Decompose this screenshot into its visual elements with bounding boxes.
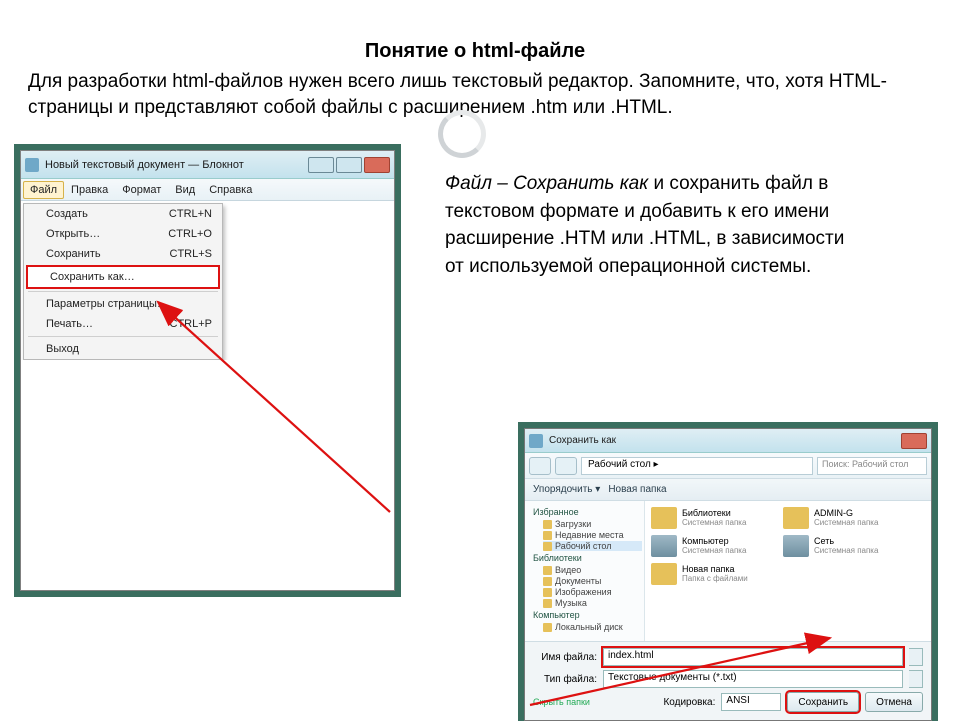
new-folder-button[interactable]: Новая папка [608, 484, 666, 495]
sidebar-item-recent[interactable]: Недавние места [543, 530, 642, 540]
menu-item-exit[interactable]: Выход [24, 339, 222, 359]
tile-network[interactable]: СетьСистемная папка [783, 535, 903, 557]
maximize-button[interactable] [336, 157, 362, 173]
menu-item-save[interactable]: СохранитьCTRL+S [24, 244, 222, 264]
encoding-select[interactable]: ANSI [721, 693, 781, 711]
sidebar-item-images[interactable]: Изображения [543, 587, 642, 597]
intro-text: Для разработки html-файлов нужен всего л… [28, 69, 922, 120]
sidebar-group-computer: Компьютер [533, 610, 642, 620]
tile-computer[interactable]: КомпьютерСистемная папка [651, 535, 771, 557]
menu-help[interactable]: Справка [202, 181, 259, 199]
save-close-button[interactable] [901, 433, 927, 449]
menu-view[interactable]: Вид [168, 181, 202, 199]
hide-folders-link[interactable]: Скрыть папки [533, 697, 590, 707]
menu-item-page-setup[interactable]: Параметры страницы… [24, 294, 222, 314]
menu-file[interactable]: Файл [23, 181, 64, 199]
notepad-body [21, 360, 394, 590]
organize-button[interactable]: Упорядочить ▾ [533, 484, 600, 495]
sidebar-item-localdisk[interactable]: Локальный диск [543, 622, 642, 632]
cancel-button[interactable]: Отмена [865, 692, 923, 712]
sidebar-group-fav: Избранное [533, 507, 642, 517]
sidebar-item-music[interactable]: Музыка [543, 598, 642, 608]
tile-newfolder[interactable]: Новая папкаПапка с файлами [651, 563, 771, 585]
notepad-icon [25, 158, 39, 172]
side-text: Файл – Сохранить как и сохранить файл в … [445, 170, 865, 280]
path-field[interactable]: Рабочий стол ▸ [581, 457, 813, 475]
filename-label: Имя файла: [533, 652, 597, 663]
save-button[interactable]: Сохранить [787, 692, 859, 712]
filename-input[interactable]: index.html [603, 648, 903, 666]
sidebar-group-lib: Библиотеки [533, 553, 642, 563]
menu-item-open[interactable]: Открыть…CTRL+O [24, 224, 222, 244]
loading-spinner-icon [438, 110, 486, 158]
sidebar-item-desktop[interactable]: Рабочий стол [543, 541, 642, 551]
menu-format[interactable]: Формат [115, 181, 168, 199]
encoding-label: Кодировка: [663, 697, 715, 708]
filetype-label: Тип файла: [533, 674, 597, 685]
folder-icon [529, 434, 543, 448]
menu-edit[interactable]: Правка [64, 181, 115, 199]
nav-fwd-button[interactable] [555, 457, 577, 475]
menubar: Файл Правка Формат Вид Справка [21, 179, 394, 201]
sidebar-item-video[interactable]: Видео [543, 565, 642, 575]
tile-libraries[interactable]: БиблиотекиСистемная папка [651, 507, 771, 529]
page-title: Понятие о html-файле [20, 40, 930, 63]
menu-item-save-as[interactable]: Сохранить как… [28, 267, 218, 287]
save-title: Сохранить как [549, 435, 901, 446]
close-button[interactable] [364, 157, 390, 173]
window-title: Новый текстовый документ — Блокнот [45, 159, 308, 171]
menu-item-print[interactable]: Печать…CTRL+P [24, 314, 222, 334]
sidebar-item-docs[interactable]: Документы [543, 576, 642, 586]
window-titlebar: Новый текстовый документ — Блокнот [21, 151, 394, 179]
filename-dropdown[interactable] [909, 648, 923, 666]
notepad-screenshot: Новый текстовый документ — Блокнот Файл … [20, 150, 395, 591]
side-text-emph: Файл – Сохранить как [445, 173, 648, 194]
search-field[interactable]: Поиск: Рабочий стол [817, 457, 927, 475]
save-nav: Рабочий стол ▸ Поиск: Рабочий стол [525, 453, 931, 479]
slide: Понятие о html-файле Для разработки html… [0, 0, 960, 720]
save-sidebar: Избранное Загрузки Недавние места Рабочи… [525, 501, 645, 641]
filetype-dropdown[interactable] [909, 670, 923, 688]
tile-user[interactable]: ADMIN-GСистемная папка [783, 507, 903, 529]
file-menu-dropdown: СоздатьCTRL+N Открыть…CTRL+O СохранитьCT… [23, 203, 223, 360]
sidebar-item-downloads[interactable]: Загрузки [543, 519, 642, 529]
save-content: БиблиотекиСистемная папка ADMIN-GСистемн… [645, 501, 931, 641]
filetype-select[interactable]: Текстовые документы (*.txt) [603, 670, 903, 688]
save-titlebar: Сохранить как [525, 429, 931, 453]
save-bottom: Имя файла: index.html Тип файла: Текстов… [525, 641, 931, 720]
save-dialog: Сохранить как Рабочий стол ▸ Поиск: Рабо… [524, 428, 932, 721]
menu-item-new[interactable]: СоздатьCTRL+N [24, 204, 222, 224]
minimize-button[interactable] [308, 157, 334, 173]
save-toolbar: Упорядочить ▾ Новая папка [525, 479, 931, 501]
nav-back-button[interactable] [529, 457, 551, 475]
menu-item-save-as-highlight: Сохранить как… [26, 265, 220, 289]
